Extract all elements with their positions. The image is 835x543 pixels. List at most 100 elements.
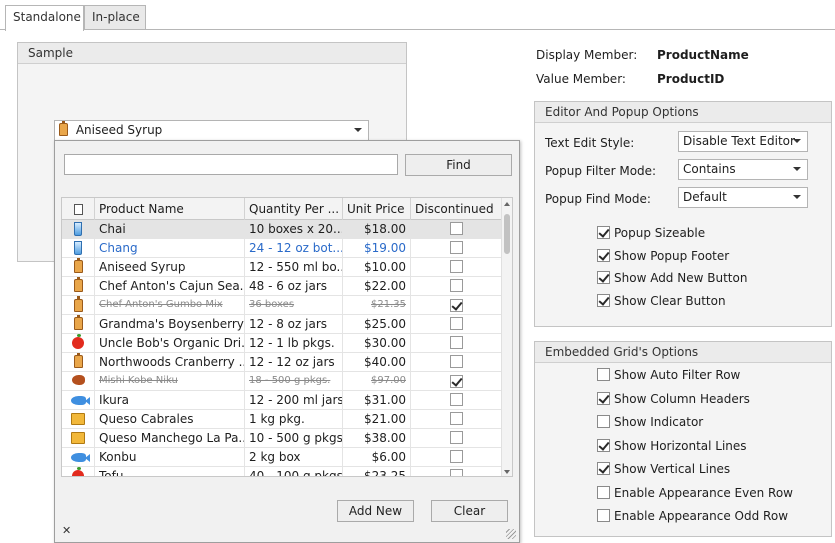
discontinued-checkbox[interactable]	[450, 279, 463, 292]
discontinued-checkbox[interactable]	[450, 317, 463, 330]
table-row[interactable]: Uncle Bob's Organic Dri... 12 - 1 lb pkgs…	[62, 334, 503, 353]
checkbox[interactable]	[597, 485, 610, 499]
table-row[interactable]: Tofu 40 - 100 g pkgs. $23.25	[62, 467, 503, 476]
cell-name: Aniseed Syrup	[95, 258, 245, 277]
table-row[interactable]: Aniseed Syrup 12 - 550 ml bo... $10.00	[62, 258, 503, 277]
option-checkbox-row[interactable]: Show Vertical Lines	[597, 462, 730, 480]
option-checkbox-row[interactable]: Enable Appearance Even Row	[597, 485, 793, 504]
table-row[interactable]: Chef Anton's Cajun Sea... 48 - 6 oz jars $…	[62, 277, 503, 296]
discontinued-checkbox[interactable]	[450, 431, 463, 444]
find-input[interactable]	[64, 154, 398, 175]
cell-price: $10.00	[343, 258, 411, 277]
dropdown-arrow-icon[interactable]	[354, 128, 362, 132]
scroll-down-icon[interactable]	[504, 470, 510, 474]
option-checkbox-row[interactable]: Show Add New Button	[597, 271, 747, 289]
discontinued-checkbox[interactable]	[450, 241, 463, 254]
cell-price: $22.00	[343, 277, 411, 296]
scroll-up-icon[interactable]	[504, 202, 510, 206]
row-icon-cell	[62, 467, 95, 476]
table-row[interactable]: Chang 24 - 12 oz bot... $19.00	[62, 239, 503, 258]
popup-find-mode-combo[interactable]: Default	[678, 187, 808, 208]
tab-standalone[interactable]: Standalone	[5, 5, 84, 31]
table-row[interactable]: Konbu 2 kg box $6.00	[62, 448, 503, 467]
cell-price: $21.35	[343, 296, 411, 315]
checkbox[interactable]	[597, 438, 610, 452]
cell-name: Queso Manchego La Pa...	[95, 429, 245, 448]
cell-qty: 12 - 8 oz jars	[245, 315, 343, 334]
option-checkbox-row[interactable]: Show Horizontal Lines	[597, 438, 747, 457]
option-checkbox-row[interactable]: Show Popup Footer	[597, 248, 729, 267]
product-lookup-combo[interactable]: Aniseed Syrup	[54, 120, 369, 141]
cell-name: Northwoods Cranberry ...	[95, 353, 245, 372]
chevron-down-icon	[793, 139, 801, 143]
table-row[interactable]: Chef Anton's Gumbo Mix 36 boxes $21.35	[62, 296, 503, 315]
table-row[interactable]: Queso Manchego La Pa... 10 - 500 g pkgs. $…	[62, 429, 503, 448]
discontinued-checkbox[interactable]	[450, 355, 463, 368]
scroll-thumb[interactable]	[504, 214, 510, 254]
clear-button[interactable]: Clear	[431, 500, 508, 522]
tab-strip-border	[0, 29, 835, 30]
checkbox-label: Show Column Headers	[614, 391, 750, 406]
grid-vertical-scrollbar[interactable]	[501, 198, 512, 476]
option-checkbox-row[interactable]: Enable Appearance Odd Row	[597, 509, 788, 527]
column-header-product-name[interactable]: Product Name	[95, 198, 245, 220]
checkbox[interactable]	[597, 271, 610, 285]
table-row[interactable]: Queso Cabrales 1 kg pkg. $21.00	[62, 410, 503, 429]
discontinued-checkbox[interactable]	[450, 450, 463, 463]
checkbox[interactable]	[597, 415, 610, 428]
table-row[interactable]: Chai 10 boxes x 20... $18.00	[62, 220, 503, 239]
checkbox[interactable]	[597, 509, 610, 522]
discontinued-checkbox[interactable]	[450, 412, 463, 425]
cell-price: $23.25	[343, 467, 411, 476]
popup-filter-mode-value: Contains	[683, 162, 736, 176]
checkbox[interactable]	[597, 391, 610, 405]
option-checkbox-row[interactable]: Show Clear Button	[597, 294, 726, 312]
cell-discontinued	[411, 277, 503, 296]
row-icon-cell	[62, 220, 95, 239]
editor-options-group: Editor And Popup Options Text Edit Style…	[534, 101, 832, 327]
text-edit-style-combo[interactable]: Disable Text Editor	[678, 131, 808, 152]
cell-price: $6.00	[343, 448, 411, 467]
table-row[interactable]: Mishi Kobe Niku 18 - 500 g pkgs. $97.00	[62, 372, 503, 391]
table-row[interactable]: Northwoods Cranberry ... 12 - 12 oz jars $…	[62, 353, 503, 372]
checkbox[interactable]	[597, 368, 610, 381]
column-header-quantity[interactable]: Quantity Per ...	[245, 198, 343, 220]
checkbox[interactable]	[597, 226, 610, 239]
grid-header: Product Name Quantity Per ... Unit Price…	[62, 198, 503, 220]
document-icon	[73, 204, 83, 215]
discontinued-checkbox[interactable]	[450, 375, 463, 388]
tab-in-place[interactable]: In-place	[84, 5, 146, 29]
editor-options-header: Editor And Popup Options	[535, 102, 831, 123]
checkbox[interactable]	[597, 294, 610, 308]
discontinued-checkbox[interactable]	[450, 336, 463, 349]
cell-name: Ikura	[95, 391, 245, 410]
checkbox[interactable]	[597, 462, 610, 475]
option-checkbox-row[interactable]: Show Column Headers	[597, 391, 750, 410]
resize-grip-icon[interactable]	[506, 529, 516, 539]
close-icon[interactable]: ✕	[62, 524, 71, 537]
option-checkbox-row[interactable]: Popup Sizeable	[597, 226, 705, 244]
discontinued-checkbox[interactable]	[450, 393, 463, 406]
popup-filter-mode-combo[interactable]: Contains	[678, 159, 808, 180]
discontinued-checkbox[interactable]	[450, 299, 463, 312]
find-button[interactable]: Find	[405, 154, 512, 176]
column-header-unit-price[interactable]: Unit Price	[343, 198, 411, 220]
add-new-button[interactable]: Add New	[337, 500, 414, 522]
cell-qty: 48 - 6 oz jars	[245, 277, 343, 296]
discontinued-checkbox[interactable]	[450, 469, 463, 476]
cell-discontinued	[411, 410, 503, 429]
table-row[interactable]: Ikura 12 - 200 ml jars $31.00	[62, 391, 503, 410]
row-icon-cell	[62, 239, 95, 258]
cell-qty: 12 - 12 oz jars	[245, 353, 343, 372]
cell-name: Chai	[95, 220, 245, 239]
option-checkbox-row[interactable]: Show Indicator	[597, 415, 703, 433]
discontinued-checkbox[interactable]	[450, 260, 463, 273]
checkbox[interactable]	[597, 248, 610, 262]
option-checkbox-row[interactable]: Show Auto Filter Row	[597, 368, 740, 386]
checkbox-label: Show Indicator	[614, 415, 704, 429]
table-row[interactable]: Grandma's Boysenberry ... 12 - 8 oz jars $…	[62, 315, 503, 334]
discontinued-checkbox[interactable]	[450, 222, 463, 235]
checkbox-label: Show Add New Button	[614, 271, 748, 286]
product-lookup-value: Aniseed Syrup	[75, 123, 163, 137]
column-header-discontinued[interactable]: Discontinued	[411, 198, 503, 220]
